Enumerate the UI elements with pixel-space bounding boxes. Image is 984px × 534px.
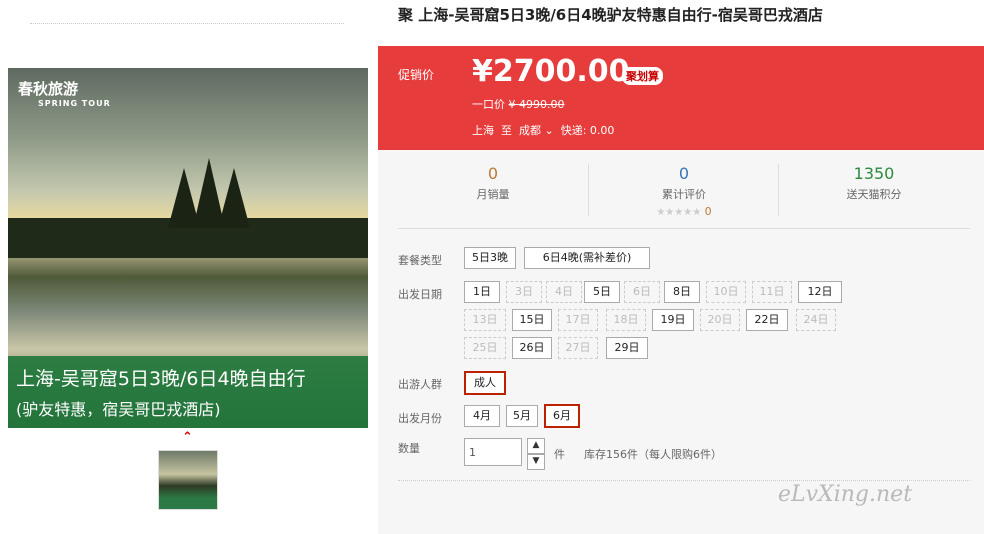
brand-logo: 春秋旅游 SPRING TOUR [18, 78, 111, 108]
promo-label: 促销价 [398, 68, 435, 82]
month-label: 出发月份 [398, 412, 442, 425]
thumbnail-image[interactable] [158, 450, 218, 510]
date-option[interactable]: 8日 [664, 281, 700, 303]
rating-value: 0 [704, 205, 712, 218]
quantity-unit: 件 [554, 448, 565, 461]
star-rating-icon: ★★★★★ [656, 207, 702, 218]
date-option: 24日 [796, 309, 836, 331]
juhuasuan-badge: 聚划算 [622, 67, 663, 85]
increment-icon[interactable]: ▲ [527, 438, 545, 454]
logo-en: SPRING TOUR [38, 99, 111, 108]
date-option[interactable]: 29日 [606, 337, 648, 359]
top-divider [30, 23, 344, 24]
stat-value: 0 [678, 164, 690, 183]
caption-line2: (驴友特惠，宿吴哥巴戎酒店) [16, 400, 221, 419]
people-option[interactable]: 成人 [464, 371, 506, 395]
package-option[interactable]: 6日4晚(需补差价) [524, 247, 650, 269]
stat-value: 0 [487, 164, 499, 183]
stats-row: 0 月销量 0 累计评价 ★★★★★ 0 1350 送天猫积分 [398, 152, 970, 229]
package-option[interactable]: 5日3晚 [464, 247, 516, 269]
date-option: 11日 [752, 281, 792, 303]
stat-points: 1350 送天猫积分 [779, 152, 969, 218]
date-option: 17日 [558, 309, 598, 331]
quantity-input[interactable]: 1 [464, 438, 522, 466]
promo-box: 促销价 ¥2700.00 聚划算 一口价 ¥ 4990.00 上海 至 成都 ⌄… [378, 46, 984, 150]
promo-price: ¥2700.00 [472, 54, 630, 89]
stat-value: 1350 [853, 164, 895, 183]
shipping-route: 上海 至 成都 ⌄ 快递: 0.00 [472, 122, 614, 138]
month-option[interactable]: 4月 [464, 405, 500, 427]
chevron-up-icon[interactable]: ⌃ [182, 430, 193, 445]
stat-reviews[interactable]: 0 累计评价 ★★★★★ 0 [589, 152, 779, 218]
route-from: 上海 [472, 124, 494, 137]
shipping-fee: 快递: 0.00 [560, 124, 615, 137]
caption-line1: 上海-吴哥窟5日3晚/6日4晚自由行 [16, 368, 306, 390]
route-destination-select[interactable]: 成都 ⌄ [519, 124, 554, 137]
date-option[interactable]: 19日 [652, 309, 694, 331]
watermark: eLvXing.net [778, 482, 913, 507]
date-option: 10日 [706, 281, 746, 303]
route-to-word: 至 [501, 124, 512, 137]
date-option[interactable]: 12日 [798, 281, 842, 303]
stat-label: 月销量 [476, 188, 510, 201]
date-option: 25日 [464, 337, 506, 359]
date-option[interactable]: 1日 [464, 281, 500, 303]
date-label: 出发日期 [398, 288, 442, 301]
month-option[interactable]: 5月 [506, 405, 538, 427]
bottom-divider [398, 480, 970, 481]
date-option: 4日 [546, 281, 582, 303]
stat-label: 累计评价 [662, 188, 706, 201]
chevron-down-icon: ⌄ [544, 124, 554, 137]
date-option: 3日 [506, 281, 542, 303]
stat-label: 送天猫积分 [846, 188, 902, 201]
date-option: 20日 [700, 309, 740, 331]
date-option: 18日 [606, 309, 646, 331]
photo-temple-tower [218, 168, 250, 228]
quantity-label: 数量 [398, 442, 420, 455]
product-main-image[interactable]: 春秋旅游 SPRING TOUR 上海-吴哥窟5日3晚/6日4晚自由行 (驴友特… [8, 68, 368, 428]
date-option[interactable]: 5日 [584, 281, 620, 303]
decrement-icon[interactable]: ▼ [527, 454, 545, 470]
original-price-row: 一口价 ¥ 4990.00 [472, 96, 564, 112]
stock-info: 库存156件（每人限购6件） [584, 448, 722, 461]
product-title: 聚 上海-吴哥窟5日3晚/6日4晚驴友特惠自由行-宿吴哥巴戎酒店 [398, 6, 823, 24]
logo-cn: 春秋旅游 [18, 80, 79, 98]
package-label: 套餐类型 [398, 254, 442, 267]
image-caption: 上海-吴哥窟5日3晚/6日4晚自由行 (驴友特惠，宿吴哥巴戎酒店) [8, 356, 368, 428]
date-option[interactable]: 22日 [746, 309, 788, 331]
original-price: ¥ 4990.00 [508, 98, 565, 111]
date-option[interactable]: 26日 [512, 337, 552, 359]
date-option: 13日 [464, 309, 506, 331]
date-option: 6日 [624, 281, 660, 303]
month-option[interactable]: 6月 [544, 404, 580, 428]
original-price-label: 一口价 [472, 98, 505, 111]
date-option[interactable]: 15日 [512, 309, 552, 331]
people-label: 出游人群 [398, 378, 442, 391]
date-option: 27日 [558, 337, 598, 359]
stat-monthly-sales: 0 月销量 [398, 152, 588, 218]
